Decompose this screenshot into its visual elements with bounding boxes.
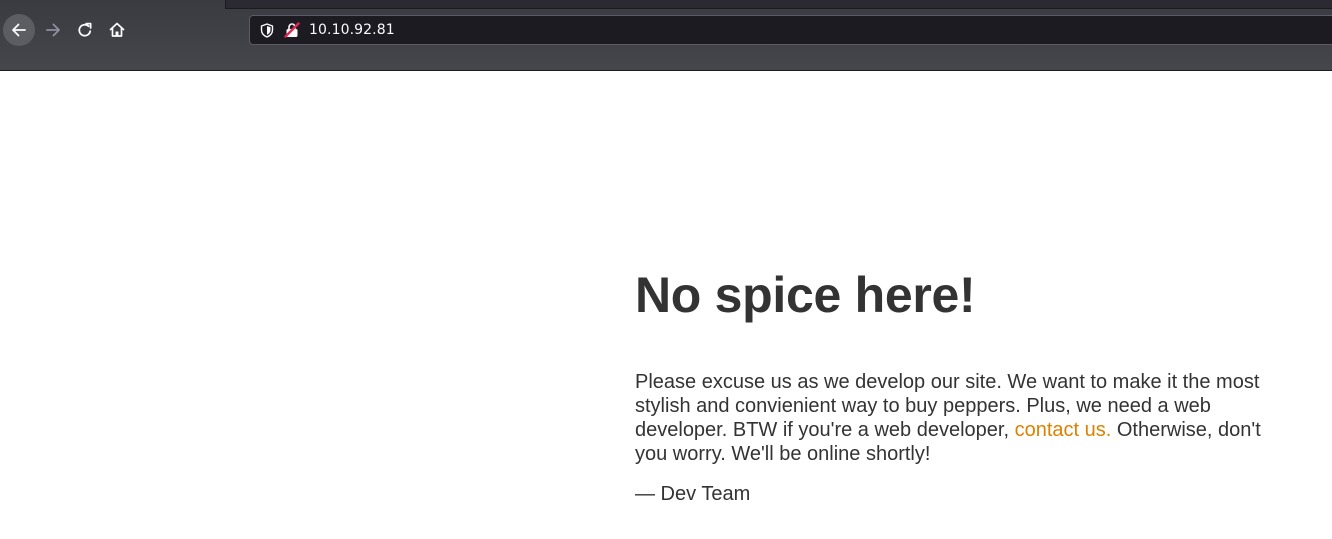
address-bar[interactable]: 10.10.92.81 [249, 15, 1332, 45]
home-button[interactable] [101, 14, 133, 46]
insecure-lock-icon[interactable] [284, 22, 300, 38]
arrow-left-icon [12, 23, 26, 37]
arrow-right-icon [46, 23, 60, 37]
tab-strip [225, 0, 1332, 9]
reload-icon [78, 22, 92, 37]
browser-toolbar: 10.10.92.81 [0, 0, 1332, 71]
web-page: No spice here! Please excuse us as we de… [0, 71, 1332, 539]
reload-button[interactable] [69, 14, 101, 46]
shield-icon[interactable] [259, 22, 275, 38]
url-text[interactable]: 10.10.92.81 [309, 22, 395, 38]
back-button[interactable] [3, 14, 35, 46]
forward-button[interactable] [37, 14, 69, 46]
maintenance-message: Please excuse us as we develop our site.… [635, 370, 1275, 466]
page-heading: No spice here! [635, 267, 976, 323]
maintenance-notice: No spice here! Please excuse us as we de… [635, 266, 1275, 505]
signature: — Dev Team [635, 483, 751, 505]
contact-link[interactable]: contact us. [1015, 419, 1112, 441]
home-icon [109, 22, 125, 37]
